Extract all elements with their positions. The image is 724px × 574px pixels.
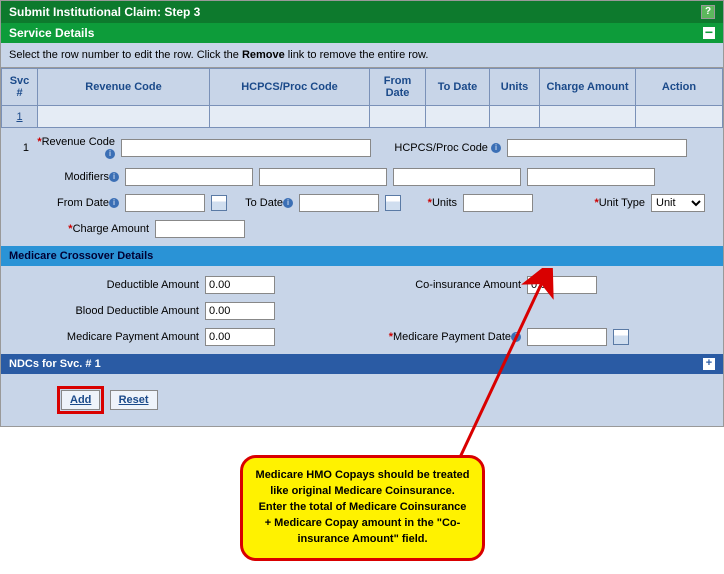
to-date-label: To Datei: [233, 197, 293, 209]
button-row: Add Reset: [1, 374, 723, 426]
hcpcs-label: HCPCS/Proc Code i: [381, 142, 501, 154]
section-title-bar: Service Details −: [1, 23, 723, 43]
row-to-cell: [426, 106, 490, 128]
section-title: Service Details: [9, 26, 94, 40]
row-charge-cell: [540, 106, 636, 128]
medicare-payment-date-input[interactable]: [527, 328, 607, 346]
instruction-text: Select the row number to edit the row. C…: [1, 43, 723, 68]
col-svc: Svc #: [2, 69, 38, 106]
modifier-4-input[interactable]: [527, 168, 655, 186]
revenue-code-input[interactable]: [121, 139, 371, 157]
row-units-cell: [490, 106, 540, 128]
row-svc-link[interactable]: 1: [2, 106, 38, 128]
annotation-callout: Medicare HMO Copays should be treated li…: [240, 455, 485, 561]
deductible-label: Deductible Amount: [9, 279, 199, 291]
modifier-3-input[interactable]: [393, 168, 521, 186]
coinsurance-label: Co-insurance Amount: [281, 279, 521, 291]
calendar-icon[interactable]: [385, 195, 401, 211]
info-icon[interactable]: i: [511, 332, 521, 342]
col-action: Action: [636, 69, 723, 106]
col-from: From Date: [370, 69, 426, 106]
collapse-icon[interactable]: −: [703, 27, 715, 39]
unit-type-label: *Unit Type: [589, 197, 645, 209]
units-input[interactable]: [463, 194, 533, 212]
row-revenue-cell: [38, 106, 210, 128]
info-icon[interactable]: i: [283, 198, 293, 208]
col-charge: Charge Amount: [540, 69, 636, 106]
add-button[interactable]: Add: [61, 390, 100, 410]
calendar-icon[interactable]: [211, 195, 227, 211]
charge-amount-label: *Charge Amount: [9, 223, 149, 235]
col-revenue: Revenue Code: [38, 69, 210, 106]
medicare-payment-input[interactable]: [205, 328, 275, 346]
row-from-cell: [370, 106, 426, 128]
col-hcpcs: HCPCS/Proc Code: [210, 69, 370, 106]
instruction-prefix: Select the row number to edit the row. C…: [9, 49, 242, 61]
unit-type-select[interactable]: Unit: [651, 194, 705, 212]
from-date-label: From Datei: [9, 197, 119, 209]
info-icon[interactable]: i: [109, 198, 119, 208]
info-icon[interactable]: i: [105, 149, 115, 159]
from-date-input[interactable]: [125, 194, 205, 212]
instruction-suffix: link to remove the entire row.: [285, 49, 429, 61]
page-title: Submit Institutional Claim: Step 3: [9, 5, 200, 19]
units-label: *Units: [407, 197, 457, 209]
table-row: 1: [2, 106, 723, 128]
ndc-header-bar: NDCs for Svc. # 1 +: [1, 354, 723, 374]
deductible-input[interactable]: [205, 276, 275, 294]
coinsurance-input[interactable]: [527, 276, 597, 294]
crossover-header: Medicare Crossover Details: [1, 246, 723, 266]
expand-icon[interactable]: +: [703, 358, 715, 370]
col-to: To Date: [426, 69, 490, 106]
page-title-bar: Submit Institutional Claim: Step 3 ?: [1, 1, 723, 23]
calendar-icon[interactable]: [613, 329, 629, 345]
row-action-cell: [636, 106, 723, 128]
service-table: Svc # Revenue Code HCPCS/Proc Code From …: [1, 68, 723, 128]
instruction-bold: Remove: [242, 49, 285, 61]
medicare-payment-date-label: *Medicare Payment Datei: [281, 331, 521, 343]
modifier-1-input[interactable]: [125, 168, 253, 186]
revenue-code-label: *Revenue Codei: [35, 136, 115, 160]
blood-deductible-label: Blood Deductible Amount: [9, 305, 199, 317]
info-icon[interactable]: i: [109, 172, 119, 182]
form-svc-num: 1: [9, 142, 29, 154]
reset-button[interactable]: Reset: [110, 390, 158, 410]
modifier-2-input[interactable]: [259, 168, 387, 186]
form-area: 1 *Revenue Codei HCPCS/Proc Code i Modif…: [1, 128, 723, 374]
col-units: Units: [490, 69, 540, 106]
help-icon[interactable]: ?: [701, 5, 715, 19]
ndc-header: NDCs for Svc. # 1: [9, 358, 101, 370]
charge-amount-input[interactable]: [155, 220, 245, 238]
to-date-input[interactable]: [299, 194, 379, 212]
row-hcpcs-cell: [210, 106, 370, 128]
info-icon[interactable]: i: [491, 143, 501, 153]
modifiers-label: Modifiersi: [9, 171, 119, 183]
hcpcs-input[interactable]: [507, 139, 687, 157]
medicare-payment-label: Medicare Payment Amount: [9, 331, 199, 343]
blood-deductible-input[interactable]: [205, 302, 275, 320]
